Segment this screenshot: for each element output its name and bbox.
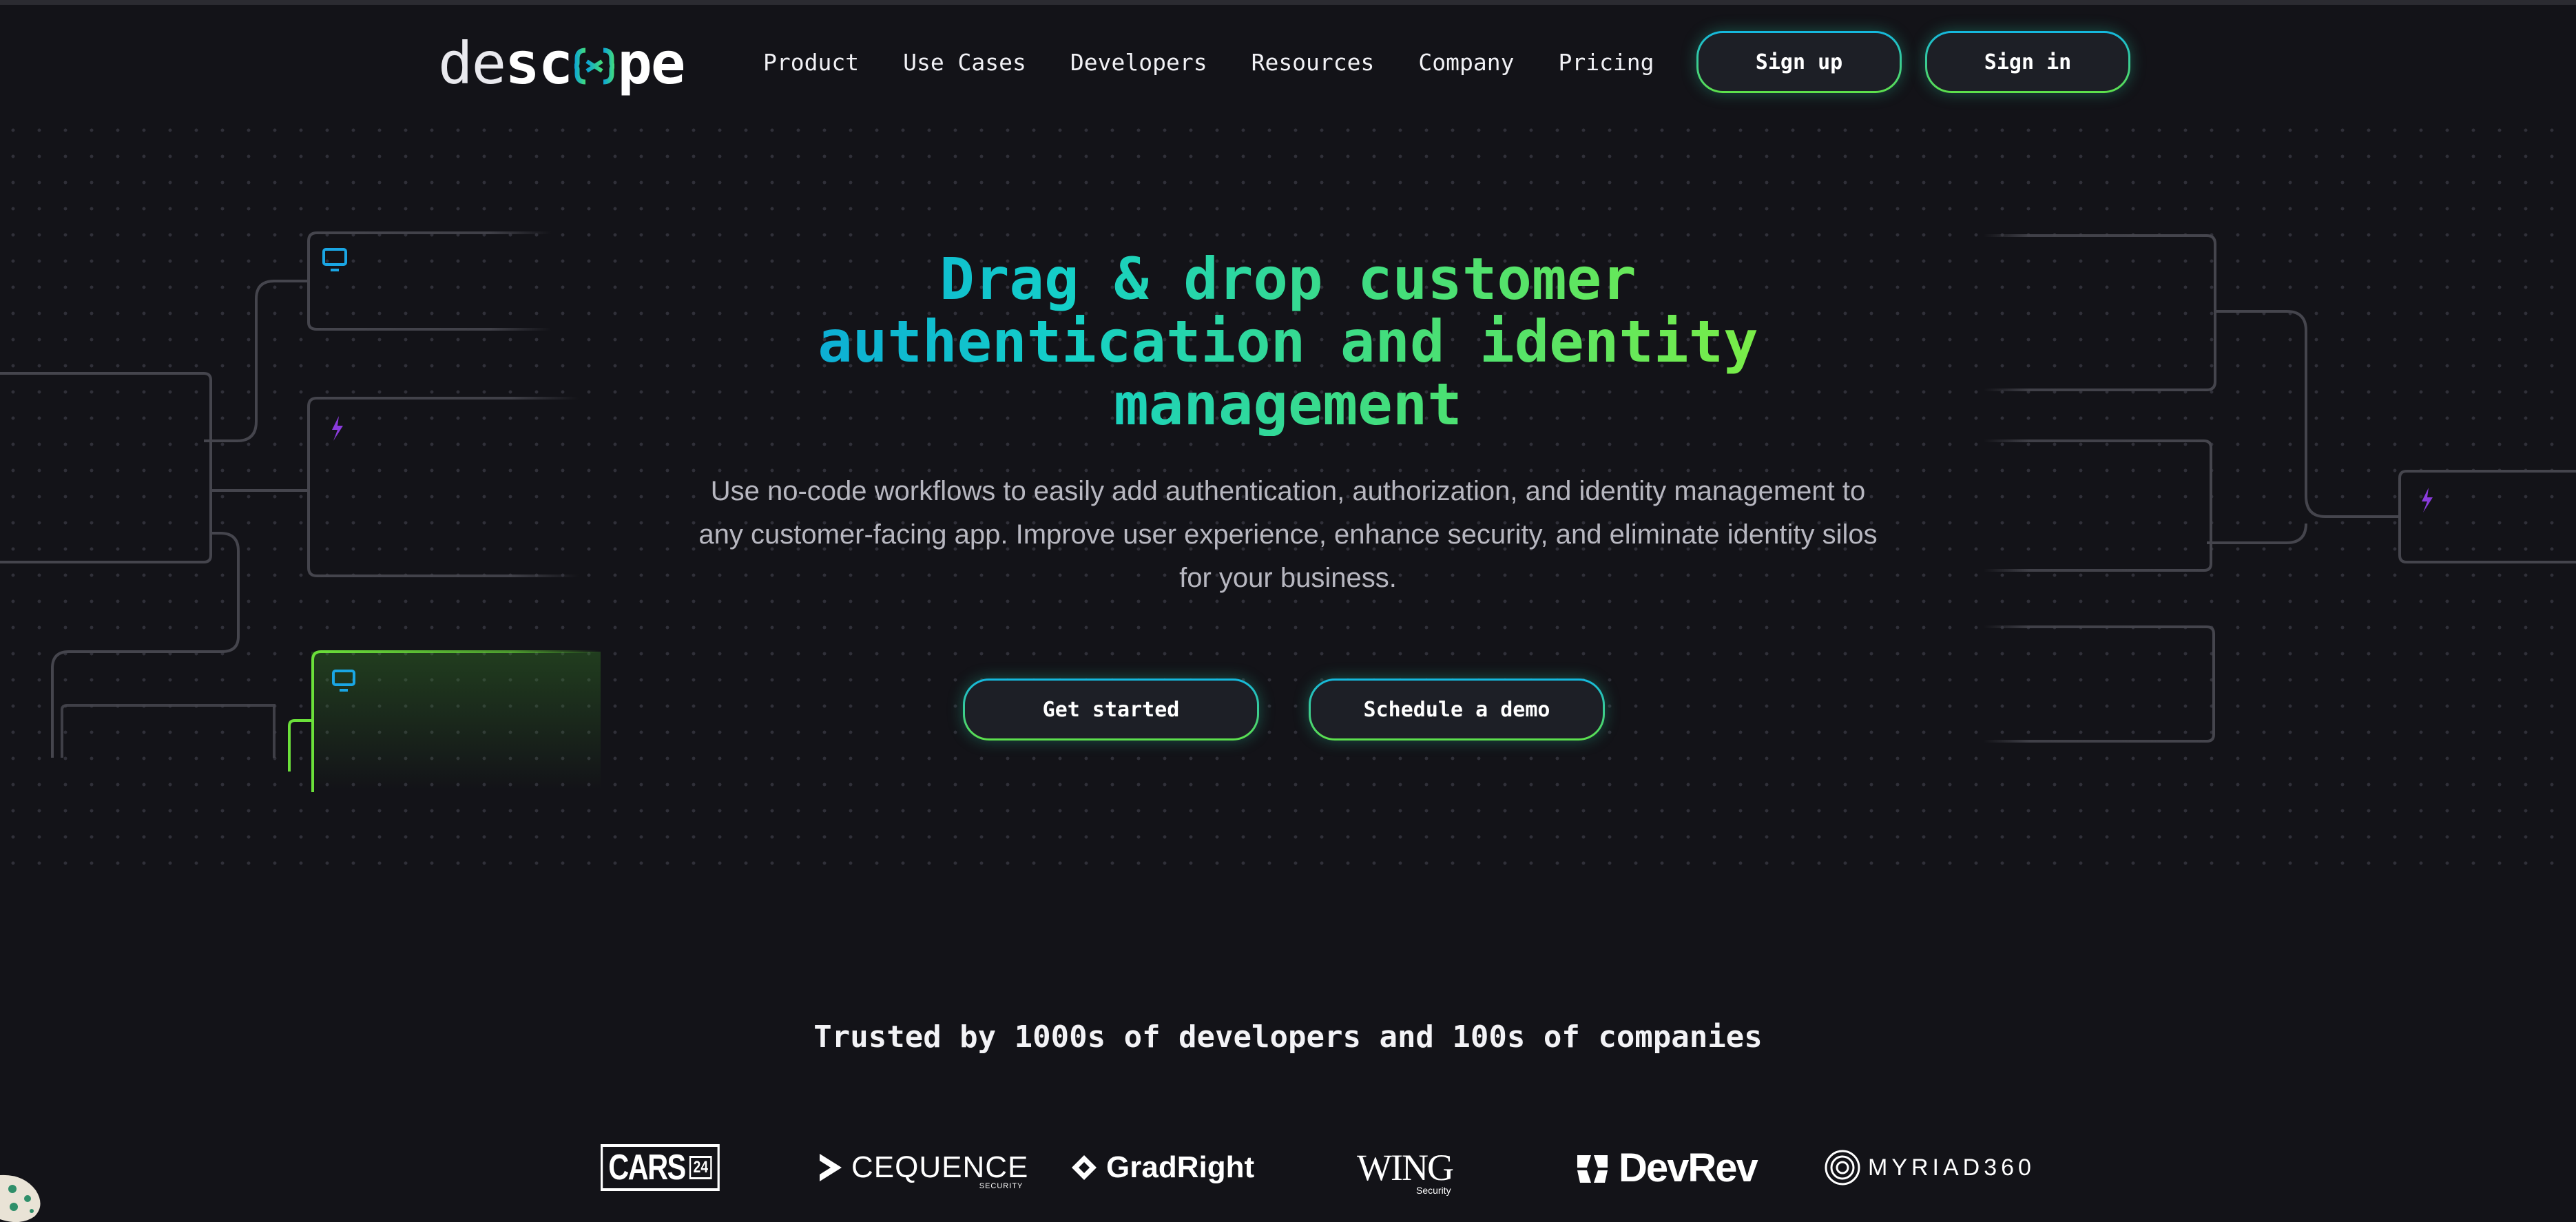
- nav-item-company[interactable]: Company: [1418, 49, 1514, 76]
- hero-subtitle-line: any customer-facing app. Improve user ex…: [698, 519, 1878, 550]
- hero-title-line: authentication and identity: [818, 308, 1758, 375]
- lightning-icon: [2422, 488, 2433, 512]
- flow-connector: [51, 532, 240, 758]
- flow-node: [1984, 625, 2215, 743]
- hero-title: Drag & drop customer authentication and …: [737, 248, 1839, 436]
- customer-logos: CARS 24 CEQUENCE SECURITY GradRight WING …: [0, 1130, 2576, 1205]
- main-nav: Product Use Cases Developers Resources C…: [763, 41, 1699, 83]
- hero-subtitle-line: Use no-code workflows to easily add auth…: [710, 476, 1866, 506]
- gradright-logo-text: GradRight: [1106, 1150, 1255, 1184]
- schedule-demo-button[interactable]: Schedule a demo: [1309, 679, 1605, 741]
- nav-item-product[interactable]: Product: [763, 49, 859, 76]
- flow-connector: [2207, 523, 2307, 544]
- cookie-icon[interactable]: [0, 1171, 44, 1222]
- cequence-logo: CEQUENCE SECURITY: [817, 1130, 1028, 1205]
- flow-node: [0, 372, 212, 563]
- wing-logo-tag: Security: [1416, 1185, 1451, 1196]
- nav-item-resources[interactable]: Resources: [1251, 49, 1375, 76]
- devrev-logo-text: DevRev: [1619, 1145, 1758, 1190]
- descope-logo[interactable]: de sc pe: [438, 29, 685, 98]
- nav-item-pricing[interactable]: Pricing: [1558, 49, 1654, 76]
- sign-in-button[interactable]: Sign in: [1925, 31, 2130, 93]
- gradright-mark-icon: [1072, 1155, 1097, 1180]
- flow-connector-highlighted: [288, 719, 313, 771]
- get-started-button[interactable]: Get started: [963, 679, 1259, 741]
- flow-node: [2398, 470, 2576, 563]
- myriad360-logo-text: MYRIAD360: [1868, 1154, 2035, 1181]
- flow-node: [307, 397, 579, 577]
- cequence-mark-icon: [820, 1154, 842, 1181]
- devrev-logo: DevRev: [1573, 1130, 1758, 1205]
- logo-text-bold-end: pe: [617, 30, 685, 97]
- trusted-by-heading: Trusted by 1000s of developers and 100s …: [813, 1019, 1763, 1055]
- cars24-logo-text: CARS: [608, 1148, 686, 1188]
- hero-title-line: management: [1114, 371, 1462, 438]
- monitor-icon: [322, 248, 347, 271]
- flow-node: [61, 704, 276, 758]
- cequence-logo-tag: SECURITY: [979, 1182, 1024, 1190]
- devrev-mark-icon: [1577, 1155, 1608, 1183]
- gradright-logo: GradRight: [1069, 1130, 1254, 1205]
- flow-node: [1984, 439, 2212, 572]
- flow-node: [307, 231, 551, 331]
- cars24-logo: CARS 24: [601, 1130, 749, 1205]
- flow-connector: [204, 280, 309, 442]
- hero-subtitle-line: for your business.: [1179, 563, 1397, 593]
- flow-node: [1984, 234, 2216, 391]
- cequence-logo-text: CEQUENCE: [851, 1150, 1029, 1184]
- myriad360-mark-icon: [1825, 1150, 1860, 1185]
- flow-connector: [2215, 310, 2400, 518]
- wing-security-logo: WING Security: [1357, 1130, 1454, 1205]
- hero-title-line: Drag & drop customer: [939, 245, 1637, 313]
- flow-diagram-decoration: [0, 231, 2576, 792]
- nav-item-use-cases[interactable]: Use Cases: [903, 49, 1026, 76]
- logo-text-light: de: [438, 30, 506, 97]
- wing-logo-text: WING: [1357, 1147, 1454, 1188]
- logo-text-bold-start: sc: [505, 30, 573, 97]
- lightning-icon: [332, 416, 343, 441]
- logo-mark-icon: [574, 48, 615, 85]
- hero-subtitle: Use no-code workflows to easily add auth…: [647, 470, 1929, 600]
- nav-item-developers[interactable]: Developers: [1070, 49, 1207, 76]
- myriad360-logo: MYRIAD360: [1824, 1130, 2035, 1205]
- cars24-logo-number: 24: [689, 1156, 712, 1179]
- sign-up-button[interactable]: Sign up: [1696, 31, 1902, 93]
